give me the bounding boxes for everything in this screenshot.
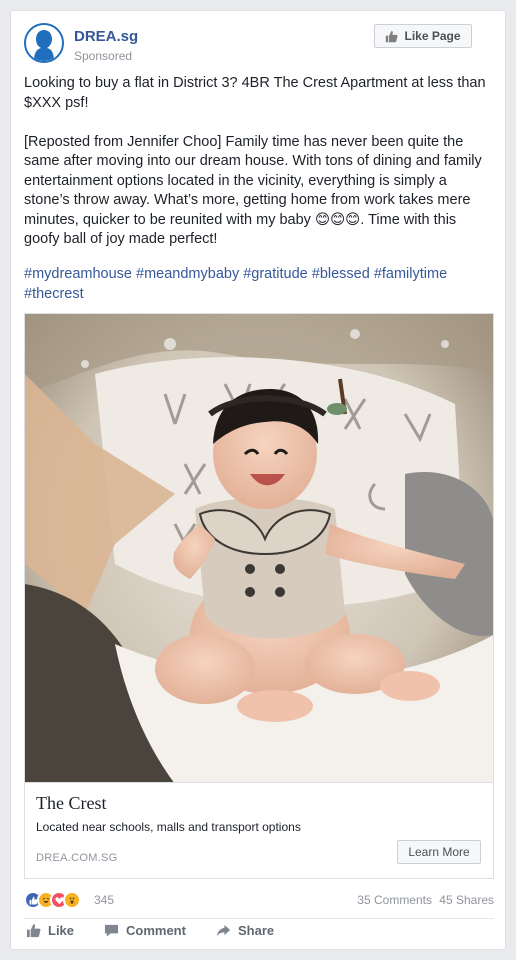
thumbs-up-icon [386, 30, 398, 42]
thumbs-up-icon [26, 923, 41, 938]
person-silhouette-icon [26, 25, 62, 61]
link-preview[interactable]: The Crest Located near schools, malls an… [24, 783, 494, 879]
like-page-label: Like Page [404, 29, 461, 43]
page-avatar[interactable] [24, 23, 64, 63]
comment-button[interactable]: Comment [104, 923, 186, 938]
link-domain: DREA.COM.SG [36, 852, 118, 864]
reaction-icons[interactable] [24, 891, 81, 909]
learn-more-button[interactable]: Learn More [397, 840, 481, 864]
reactions-summary: 345 35 Comments 45 Shares [24, 889, 494, 911]
like-page-button[interactable]: Like Page [374, 24, 472, 48]
sponsored-label[interactable]: Sponsored [74, 49, 132, 63]
share-label: Share [238, 923, 275, 938]
speech-bubble-icon [104, 924, 119, 937]
post-header: DREA.sg Sponsored Like Page [24, 23, 492, 67]
post-photo[interactable] [24, 313, 494, 783]
shares-count[interactable]: 45 Shares [439, 893, 494, 907]
comments-count[interactable]: 35 Comments [357, 893, 432, 907]
actions-divider [24, 918, 494, 919]
link-description: Located near schools, malls and transpor… [36, 820, 301, 834]
reaction-count[interactable]: 345 [94, 893, 114, 907]
post-actions-bar: Like Comment Share [24, 923, 494, 945]
post-hashtags[interactable]: #mydreamhouse #meandmybaby #gratitude #b… [24, 265, 494, 304]
page-name-link[interactable]: DREA.sg [74, 28, 138, 45]
share-arrow-icon [216, 924, 231, 937]
wow-reaction-icon [63, 891, 81, 909]
sponsored-post-card: DREA.sg Sponsored Like Page Looking to b… [10, 10, 506, 950]
post-message: Looking to buy a flat in District 3? 4BR… [24, 75, 486, 247]
share-button[interactable]: Share [216, 923, 274, 938]
link-title[interactable]: The Crest [36, 793, 106, 814]
like-label: Like [48, 923, 75, 938]
baby-photo-image [25, 314, 493, 782]
comment-label: Comment [126, 923, 186, 938]
like-button[interactable]: Like [26, 923, 74, 938]
